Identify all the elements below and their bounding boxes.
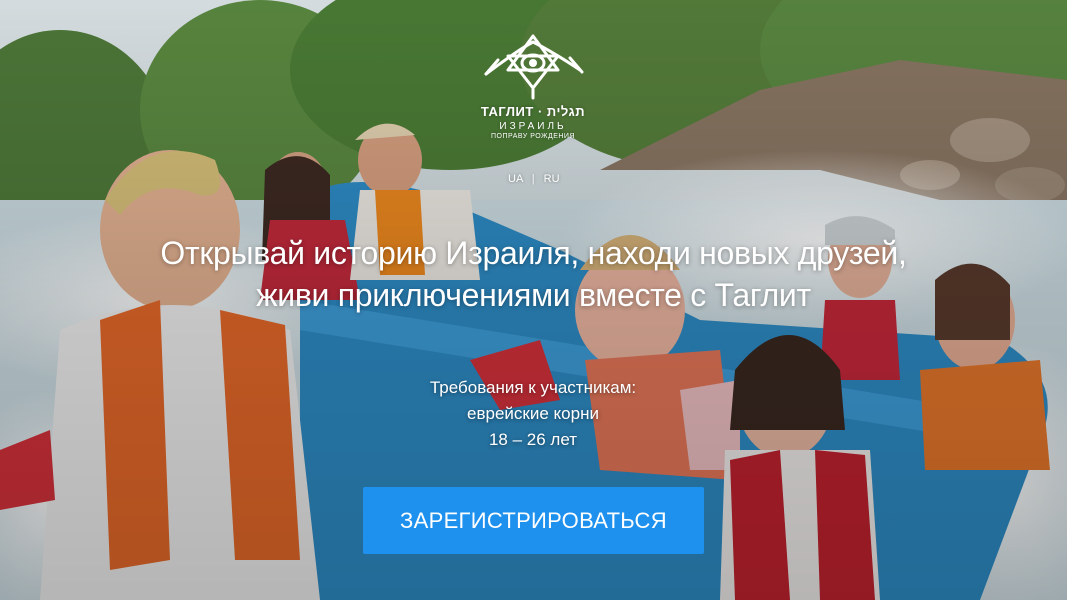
language-separator: | bbox=[531, 173, 535, 185]
language-option-ua[interactable]: UA bbox=[508, 173, 523, 185]
requirement-age: 18 – 26 лет bbox=[488, 430, 578, 449]
participant-requirements: Требования к участникам: еврейские корни… bbox=[333, 375, 733, 453]
logo-country: ИЗРАИЛЬ bbox=[499, 121, 567, 132]
requirement-jewish-roots: еврейские корни bbox=[467, 404, 599, 423]
language-option-ru[interactable]: RU bbox=[544, 173, 560, 185]
headline-line-2: живи приключениями вместе с Таглит bbox=[256, 277, 811, 313]
logo-tagline: ПОПРАВУ РОЖДЕНИЯ bbox=[490, 133, 576, 140]
hero-section: ТАГЛИТ · תגלית ИЗРАИЛЬ ПОПРАВУ РОЖДЕНИЯ … bbox=[0, 0, 1067, 600]
taglit-emblem-icon bbox=[484, 34, 584, 100]
taglit-logo[interactable]: ТАГЛИТ · תגלית ИЗРАИЛЬ ПОПРАВУ РОЖДЕНИЯ bbox=[470, 30, 596, 140]
register-button[interactable]: ЗАРЕГИСТРИРОВАТЬСЯ bbox=[363, 487, 704, 554]
headline-line-1: Открывай историю Израиля, находи новых д… bbox=[160, 235, 907, 271]
requirements-title: Требования к участникам: bbox=[429, 378, 637, 397]
hero-headline: Открывай историю Израиля, находи новых д… bbox=[60, 232, 1007, 316]
language-switch: UA | RU bbox=[508, 173, 560, 185]
logo-brand-line: ТАГЛИТ · תגלית bbox=[480, 104, 586, 119]
